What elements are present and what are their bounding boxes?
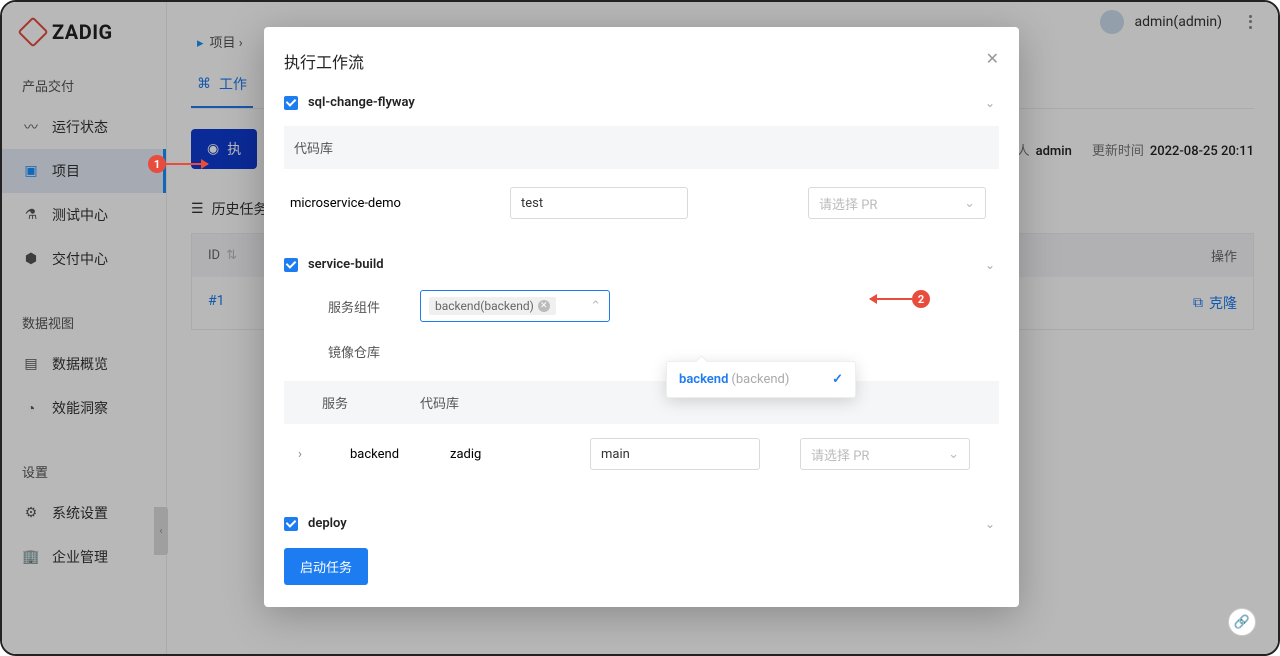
annotation-2: 2 (870, 290, 930, 308)
chevron-down-icon[interactable]: ⌄ (985, 517, 995, 531)
branch-input[interactable] (510, 187, 688, 219)
chevron-down-icon[interactable]: ⌄ (985, 258, 995, 272)
service-dropdown: backend(backend) ✓ (666, 361, 856, 398)
chevron-up-icon: ⌃ (590, 299, 601, 314)
chevron-down-icon[interactable]: ⌄ (985, 96, 995, 110)
expand-icon[interactable]: › (290, 447, 310, 462)
chevron-down-icon: ⌄ (964, 196, 975, 211)
img-repo-label: 镜像仓库 (290, 342, 380, 361)
step-deploy[interactable]: deploy⌄ (284, 508, 999, 532)
service-row: › backend zadig 请选择 PR⌄ (284, 424, 999, 484)
repo-name: microservice-demo (290, 196, 470, 211)
svc-comp-label: 服务组件 (290, 297, 380, 316)
checkbox-icon[interactable] (284, 517, 298, 531)
pr-select[interactable]: 请选择 PR⌄ (808, 187, 986, 219)
arrow-right-icon (166, 163, 208, 165)
arrow-left-icon (870, 298, 912, 300)
step-service-build[interactable]: service-build⌄ (284, 249, 999, 280)
tag-remove-icon[interactable]: ✕ (538, 300, 550, 312)
step-sql-change[interactable]: sql-change-flyway⌄ (284, 87, 999, 118)
link-button[interactable]: 🔗 (1228, 608, 1256, 636)
start-task-button[interactable]: 启动任务 (284, 548, 368, 585)
branch-input-2[interactable] (590, 438, 760, 470)
checkbox-icon[interactable] (284, 258, 298, 272)
dropdown-option-backend[interactable]: backend(backend) ✓ (667, 362, 855, 397)
annotation-1: 1 (148, 155, 208, 173)
chevron-down-icon: ⌄ (948, 447, 959, 462)
check-icon: ✓ (832, 372, 843, 387)
service-table-header: 服务代码库 (284, 381, 999, 424)
pr-select-2[interactable]: 请选择 PR⌄ (800, 438, 970, 470)
code-repo-header: 代码库 (284, 126, 999, 169)
service-component-select[interactable]: backend(backend)✕ ⌃ (420, 290, 610, 322)
checkbox-icon[interactable] (284, 96, 298, 110)
execute-workflow-modal: 执行工作流 ✕ sql-change-flyway⌄ 代码库 microserv… (264, 27, 1019, 607)
service-tag: backend(backend)✕ (429, 297, 556, 315)
close-icon[interactable]: ✕ (986, 49, 999, 68)
modal-title: 执行工作流 (284, 49, 999, 73)
